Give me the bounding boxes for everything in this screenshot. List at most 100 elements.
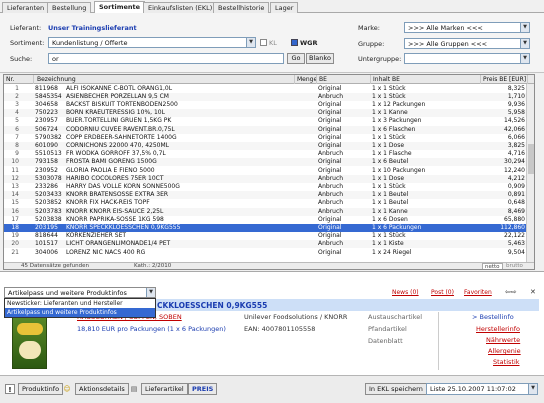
naehrwerte-link[interactable]: Nährwerte bbox=[486, 336, 520, 344]
article-name: ALFI ISOKANNE C-BOTL ORANG1,0L bbox=[66, 84, 173, 92]
smiley-icon: ☺ bbox=[63, 385, 71, 393]
nav-arrows-icon[interactable]: ⇦⇨ bbox=[505, 288, 517, 296]
article-number: 230957 bbox=[35, 117, 58, 125]
close-icon[interactable]: ✕ bbox=[530, 288, 536, 296]
table-row[interactable]: 15 5203852 KNORR FIX HACK-REIS TOPF Anbruch… bbox=[4, 199, 534, 207]
table-row[interactable]: 12 5303078 HARIBO COCOLORES 75ER 10CT Anbru… bbox=[4, 174, 534, 183]
table-row[interactable]: 13 233286 HARRY DAS VOLLE KORN SONNE500G An… bbox=[4, 182, 534, 191]
article-number: 304658 bbox=[35, 100, 58, 108]
article-content: 1 x 1 Kiste bbox=[372, 240, 404, 248]
dropdown-option-artikelpass[interactable]: Artikelpass und weitere Produktinfos bbox=[5, 308, 155, 317]
untergruppe-select[interactable]: ▼ bbox=[404, 53, 530, 64]
article-content: 1 x 1 Kanne bbox=[372, 109, 408, 117]
table-row[interactable]: 9 5510513 FR WODKA GORROFF 37,5% 0,7L Anbru… bbox=[4, 150, 534, 158]
gruppe-select[interactable]: >>> Alle Gruppen <<< ▼ bbox=[404, 38, 530, 49]
table-row[interactable]: 19 818644 KORKENZIEHER SET Original 1 x 1 St… bbox=[4, 232, 534, 240]
info-select[interactable]: Artikelpass und weitere Produktinfos ▼ bbox=[4, 287, 156, 298]
liste-select[interactable]: Liste 25.10.2007 11:07:02 ▼ bbox=[426, 383, 538, 395]
col-inhalt[interactable]: Inhalt BE bbox=[371, 75, 481, 84]
table-row[interactable]: 14 5203433 KNORR BRATENSOSSE EXTRA 3ER Anbr… bbox=[4, 191, 534, 200]
article-price: 112,860 bbox=[500, 223, 525, 231]
article-content: 1 x 24 Riegel bbox=[372, 248, 412, 256]
table-row[interactable]: 11 230952 GLORIA PAOLIA E FIENO 5000 Origin… bbox=[4, 167, 534, 175]
row-number: 21 bbox=[11, 248, 19, 256]
record-count: 45 Datensätze gefunden bbox=[21, 263, 89, 269]
tab-einkaufslisten[interactable]: Einkaufslisten (EKL) bbox=[143, 2, 218, 13]
table-scrollbar[interactable] bbox=[526, 84, 534, 269]
table-row[interactable]: 18 203195 KNORR SPECKKLOESSCHEN 0,9KG555 Or… bbox=[4, 223, 534, 233]
col-preis[interactable]: Preis BE [EUR] bbox=[481, 75, 528, 84]
aktionsdetails-button[interactable]: Aktionsdetails bbox=[75, 383, 129, 395]
table-row[interactable]: 17 5203838 KNORR PAPRIKA-SOSSE 1KG 598 Orig… bbox=[4, 216, 534, 224]
article-number: 304006 bbox=[35, 248, 58, 256]
ekl-speichern-button[interactable]: In EKL speichern bbox=[365, 383, 427, 395]
col-menge[interactable]: Menge bbox=[295, 75, 317, 84]
detail-panel: Artikelpass und weitere Produktinfos ▼ N… bbox=[0, 271, 544, 375]
produktinfo-button[interactable]: Produktinfo bbox=[18, 383, 64, 395]
article-unit: Anbruch bbox=[318, 174, 344, 182]
lieferartikel-button[interactable]: Lieferartikel bbox=[141, 383, 188, 395]
favoriten-link[interactable]: Favoriten bbox=[464, 289, 492, 296]
preis-button[interactable]: PREIS bbox=[188, 383, 218, 395]
article-content: 1 x 1 Stück bbox=[372, 133, 406, 141]
article-name: LORENZ NIC NACS 400 RG bbox=[66, 248, 146, 256]
article-content: 1 x 1 Stück bbox=[372, 182, 406, 190]
allergene-link[interactable]: Allergenie bbox=[488, 347, 521, 355]
table-row[interactable]: 8 601090 CORNICHONS 22000 470, 4250ML Origi… bbox=[4, 141, 534, 151]
table-row[interactable]: 4 750223 BORN KRAEUTERESSIG 10%, 10L Origin… bbox=[4, 109, 534, 118]
article-content: 1 x 1 Dose bbox=[372, 174, 405, 182]
row-number: 8 bbox=[15, 141, 19, 149]
tab-lager[interactable]: Lager bbox=[270, 2, 299, 13]
info-icon[interactable]: ! bbox=[5, 384, 15, 394]
kl-checkbox[interactable] bbox=[260, 39, 267, 46]
pfandartikel-link[interactable]: Pfandartikel bbox=[368, 325, 407, 333]
table-row[interactable]: 6 506724 CODORNIU CUVEE RAVENT.BR.0,75L Ori… bbox=[4, 125, 534, 134]
statistik-link[interactable]: Statistik bbox=[493, 358, 520, 366]
article-price: 14,526 bbox=[504, 117, 525, 125]
product-image-logo bbox=[17, 323, 43, 335]
table-row[interactable]: 2 5845354 ASIENBECHER PORZELLAN 9,5 CM Anbr… bbox=[4, 92, 534, 101]
row-number: 20 bbox=[11, 240, 19, 248]
dropdown-option-newsticker[interactable]: Newsticker: Lieferanten und Hersteller bbox=[5, 299, 155, 308]
article-price: 8,325 bbox=[507, 84, 525, 92]
table-row[interactable]: 21 304006 LORENZ NIC NACS 400 RG Original 1 … bbox=[4, 248, 534, 257]
col-bezeichnung[interactable]: Bezeichnung bbox=[35, 75, 295, 84]
blanko-button[interactable]: Blanko bbox=[306, 53, 334, 64]
datenblatt-link[interactable]: Datenblatt bbox=[368, 337, 403, 345]
article-name: KNORR BRATENSOSSE EXTRA 3ER bbox=[66, 191, 169, 199]
sortiment-select-value: Kundenlistung / Offerte bbox=[52, 39, 128, 47]
sortiment-select[interactable]: Kundenlistung / Offerte ▼ bbox=[48, 37, 256, 48]
table-row[interactable]: 20 101517 LICHT ORANGENLIMONADE1/4 PET Anbr… bbox=[4, 240, 534, 249]
table-row[interactable]: 3 304658 BACKST BISKUIT TORTENBODEN2500 Ori… bbox=[4, 100, 534, 109]
table-row[interactable]: 7 5790382 COPP ERDBEER-SAHNETORTE 1400G Ori… bbox=[4, 133, 534, 142]
news-link[interactable]: News (0) bbox=[392, 289, 419, 296]
product-title: CKKLOESSCHEN 0,9KG555 bbox=[157, 301, 268, 310]
scrollbar-thumb[interactable] bbox=[528, 144, 534, 174]
herstellerinfo-link[interactable]: Herstellerinfo bbox=[476, 325, 520, 333]
austauschartikel-link[interactable]: Austauschartikel bbox=[368, 313, 422, 321]
article-name: FR WODKA GORROFF 37,5% 0,7L bbox=[66, 150, 166, 158]
article-unit: Anbruch bbox=[318, 182, 344, 190]
go-button[interactable]: Go bbox=[287, 53, 305, 64]
tab-bestellhistorie[interactable]: Bestellhistorie bbox=[213, 2, 270, 13]
col-be[interactable]: BE bbox=[317, 75, 371, 84]
product-image-food bbox=[19, 341, 41, 359]
table-row[interactable]: 10 793158 FROSTA BAMI GORENG 1500G Original… bbox=[4, 158, 534, 167]
gruppe-select-value: >>> Alle Gruppen <<< bbox=[408, 40, 488, 48]
netto-toggle[interactable]: netto bbox=[482, 263, 503, 269]
tab-bestellung[interactable]: Bestellung bbox=[47, 2, 92, 13]
article-number: 818644 bbox=[35, 232, 58, 240]
marke-select[interactable]: >>> Alle Marken <<< ▼ bbox=[404, 22, 530, 33]
row-number: 19 bbox=[11, 232, 19, 240]
search-input[interactable]: or bbox=[48, 53, 284, 64]
wgr-checkbox[interactable] bbox=[291, 39, 298, 46]
bestellinfo-link[interactable]: > Bestellinfo bbox=[472, 313, 514, 321]
col-nr[interactable]: Nr. bbox=[4, 75, 34, 84]
table-row[interactable]: 1 811968 ALFI ISOKANNE C-BOTL ORANG1,0L Ori… bbox=[4, 84, 534, 93]
tab-lieferanten[interactable]: Lieferanten bbox=[2, 2, 50, 13]
table-row[interactable]: 16 5203783 KNORR KNORR EIS-SAUCE 2,25L Anbr… bbox=[4, 207, 534, 216]
brutto-toggle[interactable]: brutto bbox=[506, 263, 523, 269]
post-link[interactable]: Post (0) bbox=[431, 289, 454, 296]
table-row[interactable]: 5 230957 BUER.TORTELLINI GRUEN 1,5KG PK Ori… bbox=[4, 117, 534, 125]
article-name: CODORNIU CUVEE RAVENT.BR.0,75L bbox=[66, 125, 175, 133]
